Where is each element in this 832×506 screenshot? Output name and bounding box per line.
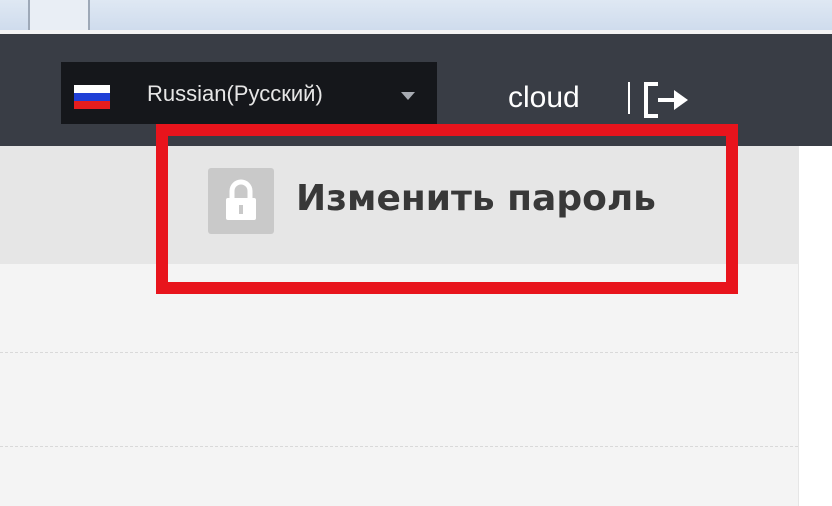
logout-icon[interactable] bbox=[644, 80, 694, 120]
lock-icon bbox=[208, 168, 274, 234]
language-select[interactable]: Russian(Русский) bbox=[61, 62, 437, 124]
change-password-item[interactable]: Изменить пароль bbox=[172, 148, 722, 276]
change-password-label: Изменить пароль bbox=[296, 178, 656, 219]
username[interactable]: cloud bbox=[508, 81, 580, 115]
separator bbox=[628, 82, 630, 114]
browser-tab[interactable] bbox=[28, 0, 90, 30]
right-panel-edge bbox=[798, 146, 832, 506]
window-chrome bbox=[0, 0, 832, 31]
row-divider bbox=[0, 352, 798, 353]
row-divider bbox=[0, 446, 798, 447]
chevron-down-icon bbox=[401, 92, 415, 100]
top-header: Russian(Русский) cloud bbox=[0, 34, 832, 146]
language-label: Russian(Русский) bbox=[147, 81, 323, 106]
russian-flag-icon bbox=[74, 85, 110, 109]
